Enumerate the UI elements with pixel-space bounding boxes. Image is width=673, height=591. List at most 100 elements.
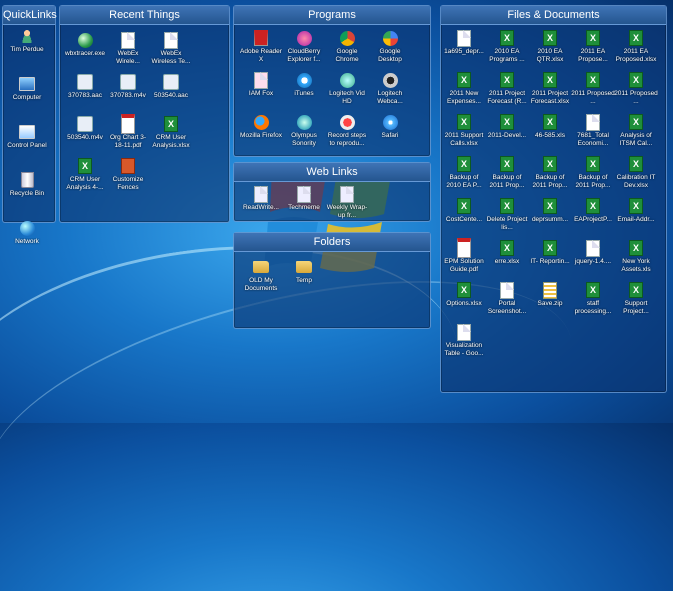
desktop-item[interactable]: 370783.m4v xyxy=(107,72,149,114)
item-label: 2011 Proposed ... xyxy=(571,90,615,105)
desktop-item[interactable]: X Support Project... xyxy=(615,280,657,322)
desktop-item[interactable]: X Delete Project lis... xyxy=(486,196,528,238)
desktop-item[interactable]: X Calibration IT Dev.xlsx xyxy=(615,154,657,196)
desktop-item[interactable]: Visualization Table - Goo... xyxy=(443,322,485,364)
item-label: Recycle Bin xyxy=(9,190,45,197)
desktop-item[interactable]: X CRM User Analysis 4-... xyxy=(64,156,106,198)
desktop-item[interactable]: X 2010 EA QTR.xlsx xyxy=(529,28,571,70)
desktop-item[interactable]: Weekly Wrap-up fr... xyxy=(326,184,368,226)
desktop-item[interactable]: 1a695_depr... xyxy=(443,28,485,70)
fence-web-links[interactable]: Web Links ReadWrite... Techmeme Weekly W… xyxy=(233,162,431,222)
fence-title: QuickLinks xyxy=(3,6,57,25)
desktop-item[interactable]: X 2011 Project Forecast.xlsx xyxy=(529,70,571,112)
document-icon xyxy=(456,29,472,47)
desktop-item[interactable]: X 2011 New Expenses... xyxy=(443,70,485,112)
item-label: Portal Screenshot... xyxy=(487,300,527,315)
desktop-item[interactable]: X 2011 Project Forecast (R... xyxy=(486,70,528,112)
desktop-item[interactable]: X 2010 EA Programs ... xyxy=(486,28,528,70)
desktop-item[interactable]: IAM Fox xyxy=(240,70,282,112)
desktop-item[interactable]: X New York Assets.xls xyxy=(615,238,657,280)
desktop-item[interactable]: X Backup of 2010 EA P... xyxy=(443,154,485,196)
desktop-item[interactable]: X 46-585.xls xyxy=(529,112,571,154)
item-label: WebEx Wirele... xyxy=(116,50,140,65)
item-label: Backup of 2011 Prop... xyxy=(489,174,525,189)
desktop-item[interactable]: OLD My Documents xyxy=(240,257,282,299)
desktop-item[interactable]: 7681_Total Economi... xyxy=(572,112,614,154)
item-label: Org Chart 3-18-11.pdf xyxy=(109,134,147,149)
desktop-item[interactable]: Customize Fences xyxy=(107,156,149,198)
fence-programs[interactable]: Programs Adobe Reader X CloudBerry Explo… xyxy=(233,5,431,157)
desktop-item[interactable]: wbxtracer.exe xyxy=(64,30,106,72)
desktop-item[interactable]: X Backup of 2011 Prop... xyxy=(529,154,571,196)
item-label: EAProjectP... xyxy=(574,216,612,223)
desktop-item[interactable]: Logitech Webca... xyxy=(369,70,411,112)
desktop-item[interactable]: Google Desktop xyxy=(369,28,411,70)
media-icon xyxy=(120,74,136,90)
desktop-item[interactable]: Xerre.xlsx xyxy=(486,238,528,280)
item-label: Customize Fences xyxy=(112,176,144,191)
desktop-item[interactable]: jquery-1.4.... xyxy=(572,238,614,280)
desktop-item[interactable]: Safari xyxy=(369,112,411,154)
desktop-item[interactable]: X 2011 EA Propose... xyxy=(572,28,614,70)
item-label: CRM User Analysis.xlsx xyxy=(152,134,190,149)
item-label: 2011-Devel... xyxy=(487,132,527,139)
desktop-item[interactable]: WebEx Wirele... xyxy=(107,30,149,72)
web-link-icon xyxy=(339,185,355,203)
item-label: Backup of 2010 EA P... xyxy=(446,174,482,189)
desktop-item[interactable]: X CRM User Analysis.xlsx xyxy=(150,114,192,156)
desktop-item[interactable]: Org Chart 3-18-11.pdf xyxy=(107,114,149,156)
desktop-item[interactable]: ReadWrite... xyxy=(240,184,282,226)
fence-quicklinks[interactable]: QuickLinks Tim Perdue Computer Control P… xyxy=(2,5,57,245)
desktop-item[interactable]: X 2011 Proposed ... xyxy=(571,70,615,112)
desktop-item[interactable]: EPM Solution Guide.pdf xyxy=(443,238,485,280)
fence-files-documents[interactable]: Files & Documents 1a695_depr... X 2010 EA … xyxy=(440,5,667,393)
desktop-item[interactable]: Record steps to reprodu... xyxy=(326,112,368,154)
desktop-item[interactable]: X CostCente... xyxy=(443,196,485,238)
fence-folders[interactable]: Folders OLD My Documents Temp xyxy=(233,232,431,329)
desktop-item[interactable]: CloudBerry Explorer f... xyxy=(283,28,325,70)
desktop-item[interactable]: X Options.xlsx xyxy=(443,280,485,322)
desktop-item[interactable]: 370783.aac xyxy=(64,72,106,114)
desktop-item[interactable]: X 2011 EA Proposed.xlsx xyxy=(615,28,657,70)
desktop-item[interactable]: X Backup of 2011 Prop... xyxy=(572,154,614,196)
desktop-item[interactable]: Olympus Sonority xyxy=(283,112,325,154)
desktop-item[interactable]: X EAProjectP... xyxy=(572,196,614,238)
fence-recent-things[interactable]: Recent Things wbxtracer.exe WebEx Wirele… xyxy=(59,5,230,223)
desktop-item[interactable]: Xstaff processing... xyxy=(572,280,614,322)
desktop-item[interactable]: X 2011 Support Calls.xlsx xyxy=(443,112,485,154)
desktop-item[interactable]: Save.zip xyxy=(529,280,571,322)
desktop-item[interactable]: 503540.m4v xyxy=(64,114,106,156)
adobe-reader-icon xyxy=(253,30,269,46)
excel-icon: X xyxy=(499,240,515,256)
desktop-item[interactable]: Adobe Reader X xyxy=(240,28,282,70)
desktop-item[interactable]: X Analysis of ITSM Cal... xyxy=(615,112,657,154)
item-label: Email-Addr... xyxy=(617,216,655,223)
desktop-item[interactable]: 503540.aac xyxy=(150,72,192,114)
desktop-item[interactable]: WebEx Wireless Te... xyxy=(150,30,192,72)
desktop-item[interactable]: Google Chrome xyxy=(326,28,368,70)
desktop-item[interactable]: iTunes xyxy=(283,70,325,112)
desktop-item[interactable]: Techmeme xyxy=(283,184,325,226)
item-label: staff processing... xyxy=(574,300,612,315)
item-label: Safari xyxy=(381,132,399,139)
desktop-item[interactable]: Xdeprsumm... xyxy=(529,196,571,238)
desktop-item[interactable]: Logitech Vid HD xyxy=(326,70,368,112)
desktop-item[interactable]: Portal Screenshot... xyxy=(486,280,528,322)
desktop-item[interactable]: X 2011-Devel... xyxy=(486,112,528,154)
desktop-item[interactable]: X IT- Reportin... xyxy=(529,238,571,280)
desktop-item[interactable]: Computer xyxy=(5,74,49,122)
desktop-item[interactable]: Network xyxy=(5,218,49,266)
desktop-item[interactable]: X 2011 Proposed ... xyxy=(614,70,658,112)
fence-title: Files & Documents xyxy=(441,6,666,25)
item-label: Record steps to reprodu... xyxy=(327,132,367,147)
desktop-item[interactable]: X Email-Addr... xyxy=(615,196,657,238)
desktop-item[interactable]: Mozilla Firefox xyxy=(240,112,282,154)
desktop-item[interactable]: Recycle Bin xyxy=(5,170,49,218)
item-label: 7681_Total Economi... xyxy=(577,132,609,147)
chrome-icon xyxy=(339,30,355,46)
desktop-item[interactable]: Tim Perdue xyxy=(5,26,49,74)
item-label: Visualization Table - Goo... xyxy=(444,342,484,357)
desktop-item[interactable]: X Backup of 2011 Prop... xyxy=(486,154,528,196)
desktop-item[interactable]: Temp xyxy=(283,257,325,299)
desktop-item[interactable]: Control Panel xyxy=(5,122,49,170)
